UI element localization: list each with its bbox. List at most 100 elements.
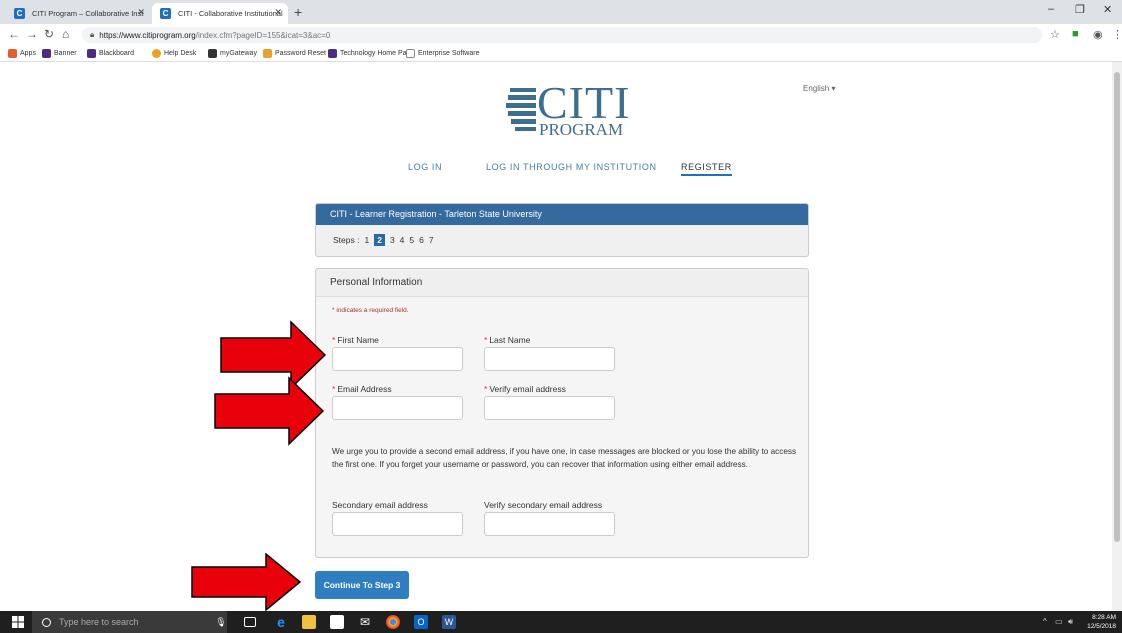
new-tab-plus-icon[interactable]: +	[294, 4, 302, 20]
bookmarks-bar: Apps Banner Blackboard Help Desk myGatew…	[0, 46, 1122, 62]
registration-panel: CITI - Learner Registration - Tarleton S…	[315, 203, 809, 257]
first-name-input[interactable]	[332, 347, 463, 371]
tarleton-icon	[87, 49, 96, 58]
bookmark-banner[interactable]: Banner	[42, 49, 77, 58]
windows-taskbar: Type here to search 🎙︎ e ✉ O W ^ ▭ 🔊︎ 8:…	[0, 611, 1122, 633]
personal-information-title: Personal Information	[316, 269, 808, 297]
clock-date: 12/5/2018	[1087, 623, 1116, 630]
registration-title: CITI - Learner Registration - Tarleton S…	[316, 204, 808, 225]
tarleton-icon	[42, 49, 51, 58]
key-icon	[263, 49, 272, 58]
url-input[interactable]: 🔒︎ https://www.citiprogram.org/index.cfm…	[82, 27, 1042, 43]
menu-dots-icon[interactable]: ⋮	[1112, 28, 1122, 41]
windows-start-icon[interactable]	[12, 616, 24, 628]
secondary-email-input[interactable]	[332, 512, 463, 536]
red-arrow-icon	[191, 553, 302, 611]
extension-icon[interactable]: ■	[1072, 28, 1079, 40]
step-7: 7	[428, 235, 434, 245]
store-icon[interactable]	[330, 615, 344, 629]
close-icon[interactable]: ✕	[137, 7, 145, 18]
step-2-current: 2	[374, 234, 385, 246]
verify-secondary-email-input[interactable]	[484, 512, 615, 536]
nav-log-in-institution[interactable]: LOG IN THROUGH MY INSTITUTION	[486, 162, 657, 172]
forward-arrow-icon[interactable]: →	[26, 27, 38, 41]
tarleton-icon	[328, 49, 337, 58]
step-6: 6	[419, 235, 424, 245]
tab-title: CITI - Collaborative Institutional	[178, 9, 283, 18]
secondary-email-label: Secondary email address	[332, 500, 428, 510]
address-bar: ← → ↻ ⌂ 🔒︎ https://www.citiprogram.org/i…	[0, 24, 1122, 46]
file-explorer-icon[interactable]	[302, 615, 316, 629]
bookmark-blackboard[interactable]: Blackboard	[87, 49, 134, 58]
browser-tab-bar: C CITI Program – Collaborative Inst ✕ C …	[0, 0, 1122, 24]
citi-favicon-icon: C	[160, 8, 171, 19]
apps-grid-icon	[8, 49, 17, 58]
last-name-label: * Last Name	[484, 335, 531, 345]
reload-icon[interactable]: ↻	[44, 27, 54, 41]
minimize-icon[interactable]: –	[1048, 3, 1054, 15]
outlook-icon[interactable]: O	[414, 615, 428, 629]
secondary-email-info: We urge you to provide a second email ad…	[332, 447, 797, 469]
step-4: 4	[399, 235, 405, 245]
step-3: 3	[389, 235, 395, 245]
task-view-icon[interactable]	[244, 617, 256, 627]
bookmark-password-reset[interactable]: Password Reset	[263, 49, 326, 58]
gateway-icon	[208, 49, 217, 58]
close-window-icon[interactable]: ✕	[1103, 3, 1112, 16]
required-field-note: * indicates a required field.	[332, 307, 409, 314]
word-icon[interactable]: W	[442, 615, 456, 629]
page-icon	[406, 49, 415, 58]
bookmark-star-icon[interactable]: ☆	[1050, 28, 1060, 41]
volume-icon[interactable]: 🔊︎	[1068, 617, 1073, 627]
bookmark-enterprise-software[interactable]: Enterprise Software	[406, 49, 479, 58]
mail-icon[interactable]: ✉	[358, 615, 372, 629]
citi-favicon-icon: C	[14, 8, 25, 19]
browser-tab-2[interactable]: C CITI - Collaborative Institutional ✕	[152, 3, 288, 24]
browser-tab-1[interactable]: C CITI Program – Collaborative Inst ✕	[6, 3, 151, 24]
first-name-label: * First Name	[332, 335, 379, 345]
email-address-label: * Email Address	[332, 384, 392, 394]
home-icon[interactable]: ⌂	[62, 27, 69, 41]
close-icon[interactable]: ✕	[274, 7, 282, 18]
citi-program-logo[interactable]: CITI PROGRAM	[505, 77, 655, 140]
personal-information-panel: Personal Information * indicates a requi…	[315, 268, 809, 558]
profile-icon[interactable]: ◉	[1093, 28, 1103, 41]
verify-email-label: * Verify email address	[484, 384, 566, 394]
network-icon[interactable]: ▭	[1055, 617, 1063, 626]
bookmark-apps[interactable]: Apps	[8, 49, 36, 58]
lock-icon: 🔒︎	[90, 30, 95, 39]
tray-chevron-icon[interactable]: ^	[1043, 617, 1047, 626]
logo-subtext: PROGRAM	[539, 120, 624, 139]
tab-title: CITI Program – Collaborative Inst	[32, 9, 144, 18]
cortana-icon	[42, 617, 51, 627]
nav-log-in[interactable]: LOG IN	[408, 162, 442, 172]
taskbar-clock[interactable]: 8:28 AM 12/5/2018	[1087, 613, 1116, 631]
bookmark-technology-home[interactable]: Technology Home Pa	[328, 49, 407, 58]
language-selector[interactable]: English ▾	[803, 84, 835, 93]
search-placeholder: Type here to search	[59, 617, 139, 627]
bookmark-help-desk[interactable]: Help Desk	[152, 49, 196, 58]
scrollbar-thumb[interactable]	[1114, 72, 1120, 542]
step-5: 5	[409, 235, 415, 245]
back-arrow-icon[interactable]: ←	[8, 27, 20, 41]
nav-register[interactable]: REGISTER	[681, 162, 732, 176]
microphone-icon[interactable]: 🎙︎	[214, 615, 228, 629]
steps-indicator: Steps : 1 2 3 4 5 6 7	[316, 225, 808, 246]
chrome-icon[interactable]	[386, 615, 400, 629]
bookmark-mygateway[interactable]: myGateway	[208, 49, 257, 58]
clock-time: 8:28 AM	[1092, 614, 1116, 621]
edge-browser-icon[interactable]: e	[274, 614, 288, 630]
verify-secondary-email-label: Verify secondary email address	[484, 500, 603, 510]
taskbar-search-input[interactable]: Type here to search	[32, 611, 227, 633]
last-name-input[interactable]	[484, 347, 615, 371]
continue-to-step-3-button[interactable]: Continue To Step 3	[315, 571, 409, 599]
url-host: https://www.citiprogram.org	[99, 30, 196, 40]
step-1: 1	[364, 235, 370, 245]
verify-email-input[interactable]	[484, 396, 615, 420]
email-address-input[interactable]	[332, 396, 463, 420]
steps-label: Steps :	[333, 235, 360, 245]
red-arrow-icon	[214, 376, 325, 446]
restore-icon[interactable]: ❐	[1075, 3, 1085, 16]
url-path: /index.cfm?pageID=155&icat=3&ac=0	[195, 30, 331, 40]
help-icon	[152, 49, 161, 58]
